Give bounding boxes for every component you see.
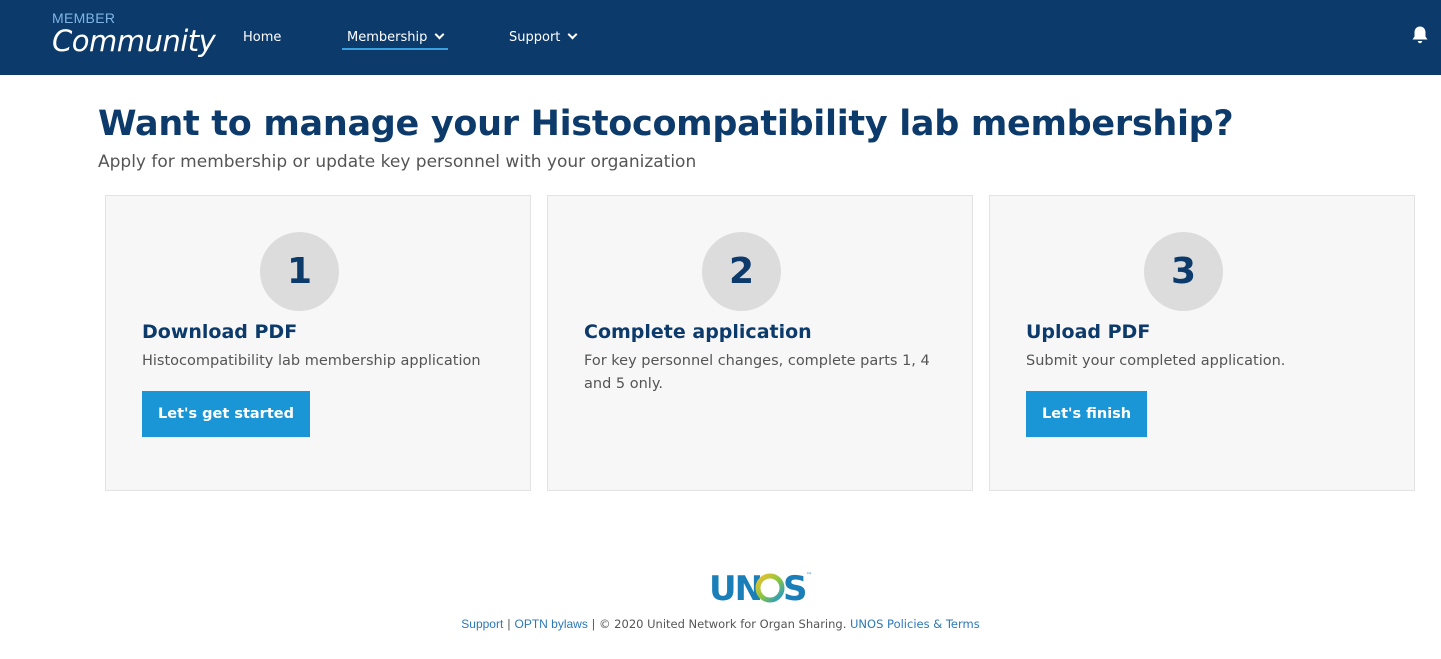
nav-support-label: Support bbox=[509, 30, 561, 45]
svg-text:UN: UN bbox=[709, 569, 761, 604]
footer-copyright: | © 2020 United Network for Organ Sharin… bbox=[587, 617, 851, 631]
step-description: For key personnel changes, complete part… bbox=[584, 353, 930, 392]
nav-support[interactable]: Support bbox=[509, 0, 578, 75]
step-card-download: 1 Download PDF Histocompatibility lab me… bbox=[105, 195, 531, 491]
active-nav-underline bbox=[342, 48, 449, 50]
step-title: Complete application bbox=[584, 321, 812, 343]
chevron-down-icon bbox=[567, 29, 578, 40]
step-number-badge: 3 bbox=[1144, 232, 1223, 311]
step-number-badge: 2 bbox=[702, 232, 781, 311]
step-card-upload: 3 Upload PDF Submit your completed appli… bbox=[989, 195, 1415, 491]
footer-bylaws-link[interactable]: OPTN bylaws bbox=[514, 617, 587, 631]
chevron-down-icon bbox=[434, 29, 445, 40]
step-card-complete: 2 Complete application For key personnel… bbox=[547, 195, 973, 491]
member-community-logo[interactable]: MEMBER Community bbox=[52, 10, 216, 58]
page-subtitle: Apply for membership or update key perso… bbox=[98, 152, 697, 172]
footer-separator: | bbox=[503, 617, 515, 631]
step-number-badge: 1 bbox=[260, 232, 339, 311]
svg-text:S: S bbox=[783, 569, 808, 604]
step-title: Download PDF bbox=[142, 321, 298, 343]
lets-finish-button[interactable]: Let's finish bbox=[1026, 391, 1148, 437]
page-title: Want to manage your Histocompatibility l… bbox=[98, 104, 1234, 144]
nav-membership[interactable]: Membership bbox=[342, 0, 449, 75]
step-description: Histocompatibility lab membership applic… bbox=[142, 353, 481, 369]
lets-get-started-button[interactable]: Let's get started bbox=[142, 391, 310, 437]
unos-logo[interactable]: UN S ™ bbox=[709, 568, 813, 604]
footer-links: Support | OPTN bylaws | © 2020 United Ne… bbox=[0, 617, 1441, 631]
nav-home-label: Home bbox=[243, 30, 282, 45]
top-navigation-bar: MEMBER Community Home Membership Support bbox=[0, 0, 1441, 75]
footer-policies-link[interactable]: UNOS Policies & Terms bbox=[850, 617, 980, 631]
bell-icon[interactable] bbox=[1411, 25, 1429, 45]
step-title: Upload PDF bbox=[1026, 321, 1151, 343]
svg-text:™: ™ bbox=[806, 572, 812, 579]
step-description: Submit your completed application. bbox=[1026, 353, 1286, 369]
nav-membership-label: Membership bbox=[347, 30, 428, 45]
logo-community-text: Community bbox=[52, 24, 216, 58]
nav-home[interactable]: Home bbox=[243, 0, 281, 75]
footer-support-link[interactable]: Support bbox=[461, 617, 503, 631]
